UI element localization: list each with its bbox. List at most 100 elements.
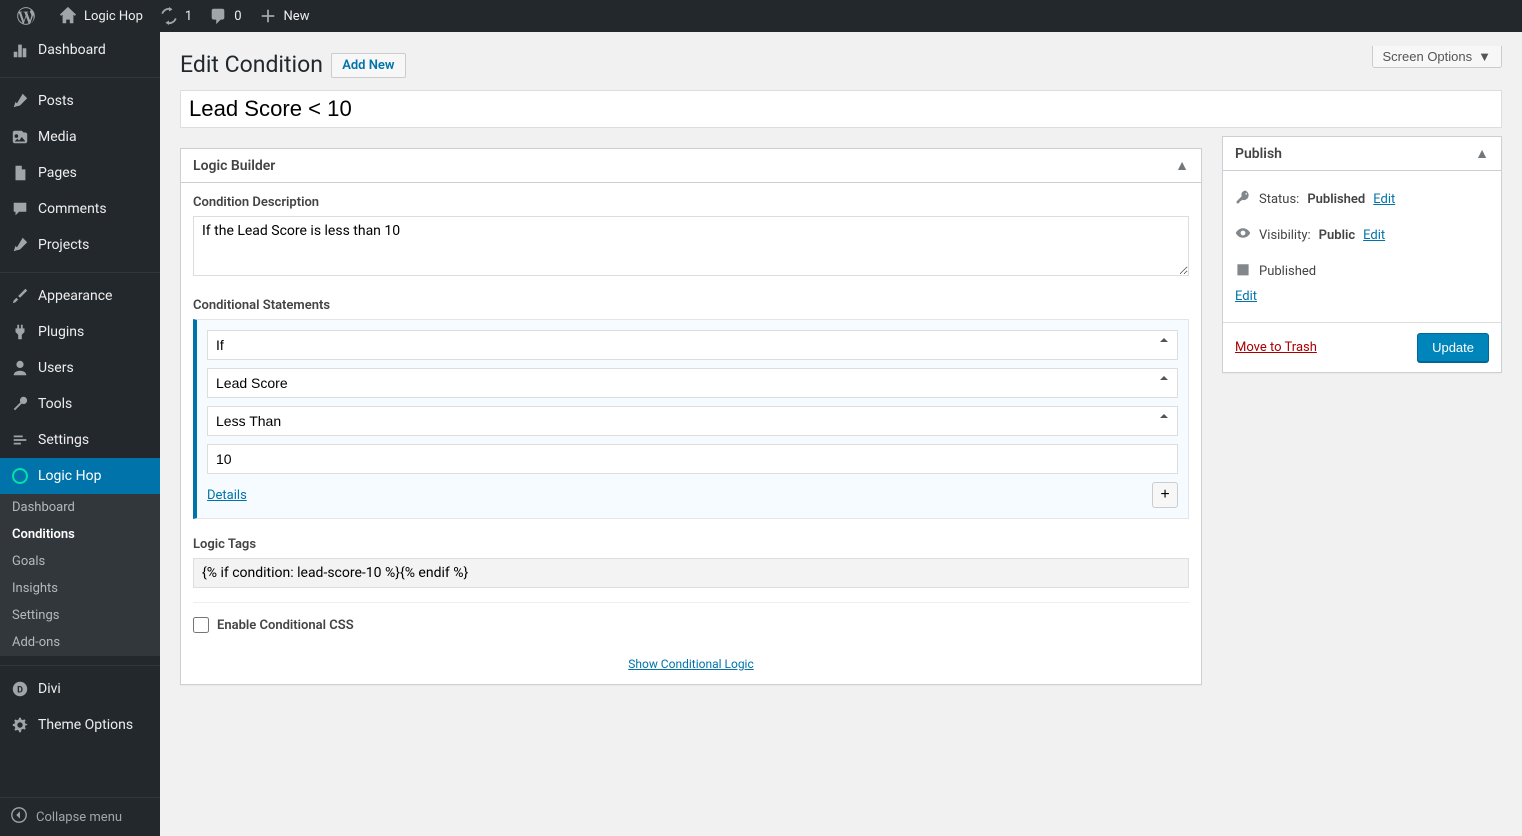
post-title-input[interactable]: [180, 90, 1502, 128]
add-new-button[interactable]: Add New: [331, 53, 405, 78]
sidebar-item-label: Logic Hop: [38, 468, 101, 484]
comments[interactable]: 0: [200, 0, 249, 32]
collapse-icon: [10, 806, 28, 828]
sidebar-item-media[interactable]: Media: [0, 119, 160, 155]
chevron-down-icon: ▼: [1478, 49, 1491, 64]
visibility-label: Visibility:: [1259, 228, 1311, 243]
update-icon: [159, 6, 179, 26]
sidebar-item-appearance[interactable]: Appearance: [0, 278, 160, 314]
sidebar-item-plugins[interactable]: Plugins: [0, 314, 160, 350]
users-icon: [10, 358, 30, 378]
condition-operator-select[interactable]: Less Than: [207, 406, 1178, 436]
svg-text:D: D: [17, 686, 23, 696]
logic-builder-header[interactable]: Logic Builder ▲: [181, 149, 1201, 183]
sidebar-item-tools[interactable]: Tools: [0, 386, 160, 422]
sidebar-item-themeoptions[interactable]: Theme Options: [0, 707, 160, 743]
wordpress-logo[interactable]: [8, 0, 50, 32]
conditional-statements-label: Conditional Statements: [193, 298, 1189, 313]
home-icon: [58, 6, 78, 26]
new-content[interactable]: New: [250, 0, 318, 32]
comments-count: 0: [234, 9, 241, 24]
page-icon: [10, 163, 30, 183]
sliders-icon: [10, 430, 30, 450]
calendar-icon: [1235, 261, 1251, 281]
sidebar-item-label: Projects: [38, 237, 89, 253]
admin-bar: Logic Hop 1 0 New: [0, 0, 1522, 32]
sidebar-item-comments[interactable]: Comments: [0, 191, 160, 227]
page-title: Edit Condition: [180, 42, 323, 82]
logic-builder-title: Logic Builder: [193, 158, 275, 174]
published-label: Published: [1259, 264, 1316, 279]
screen-options-button[interactable]: Screen Options ▼: [1372, 46, 1502, 68]
sidebar-item-projects[interactable]: Projects: [0, 227, 160, 263]
publish-title: Publish: [1235, 146, 1282, 162]
status-value: Published: [1307, 192, 1365, 207]
gear-icon: [10, 715, 30, 735]
screen-options-label: Screen Options: [1383, 49, 1473, 64]
details-link[interactable]: Details: [207, 488, 247, 503]
toggle-panel-icon[interactable]: ▲: [1175, 157, 1189, 174]
toggle-panel-icon[interactable]: ▲: [1475, 145, 1489, 162]
collapse-label: Collapse menu: [36, 810, 122, 825]
collapse-menu[interactable]: Collapse menu: [0, 797, 160, 836]
update-button[interactable]: Update: [1417, 333, 1489, 362]
sidebar-item-label: Settings: [38, 432, 89, 448]
sidebar-item-users[interactable]: Users: [0, 350, 160, 386]
sidebar-item-logichop[interactable]: Logic Hop: [0, 458, 160, 494]
status-label: Status:: [1259, 192, 1299, 207]
sidebar-item-posts[interactable]: Posts: [0, 83, 160, 119]
add-condition-button[interactable]: +: [1152, 482, 1178, 508]
wordpress-icon: [16, 6, 36, 26]
submenu-insights[interactable]: Insights: [0, 575, 160, 602]
status-edit-link[interactable]: Edit: [1373, 192, 1395, 207]
condition-value-input[interactable]: [207, 444, 1178, 474]
sidebar-item-label: Comments: [38, 201, 107, 217]
sidebar-item-label: Media: [38, 129, 77, 145]
logic-builder-box: Logic Builder ▲ Condition Description Co…: [180, 148, 1202, 685]
sidebar-item-label: Divi: [38, 681, 61, 697]
submenu-conditions[interactable]: Conditions: [0, 521, 160, 548]
divi-icon: D: [10, 679, 30, 699]
projects-icon: [10, 235, 30, 255]
move-to-trash-link[interactable]: Move to Trash: [1235, 340, 1317, 355]
publish-header[interactable]: Publish ▲: [1223, 137, 1501, 171]
visibility-edit-link[interactable]: Edit: [1363, 228, 1385, 243]
condition-if-select[interactable]: If: [207, 330, 1178, 360]
submenu-settings[interactable]: Settings: [0, 602, 160, 629]
logic-tags-input[interactable]: [193, 558, 1189, 588]
show-conditional-logic-link[interactable]: Show Conditional Logic: [628, 657, 754, 671]
sidebar-item-settings[interactable]: Settings: [0, 422, 160, 458]
new-label: New: [284, 9, 310, 24]
logichop-submenu: Dashboard Conditions Goals Insights Sett…: [0, 494, 160, 656]
plus-icon: [258, 6, 278, 26]
enable-css-label: Enable Conditional CSS: [217, 618, 354, 633]
sidebar-item-pages[interactable]: Pages: [0, 155, 160, 191]
screen-options[interactable]: Screen Options ▼: [1372, 46, 1502, 68]
published-edit-link[interactable]: Edit: [1235, 289, 1257, 304]
condition-description-input[interactable]: [193, 216, 1189, 276]
sidebar-item-label: Theme Options: [38, 717, 133, 733]
logic-tags-label: Logic Tags: [193, 537, 1189, 552]
publish-box: Publish ▲ Status: Published Edit Visibil…: [1222, 136, 1502, 373]
visibility-value: Public: [1319, 228, 1355, 243]
submenu-dashboard[interactable]: Dashboard: [0, 494, 160, 521]
condition-field-select[interactable]: Lead Score: [207, 368, 1178, 398]
updates[interactable]: 1: [151, 0, 200, 32]
brush-icon: [10, 286, 30, 306]
dashboard-icon: [10, 40, 30, 60]
site-name-text: Logic Hop: [84, 9, 143, 24]
enable-css-checkbox[interactable]: [193, 617, 209, 633]
site-name[interactable]: Logic Hop: [50, 0, 151, 32]
sidebar-item-label: Dashboard: [38, 42, 106, 58]
eye-icon: [1235, 225, 1251, 245]
sidebar-item-divi[interactable]: D Divi: [0, 671, 160, 707]
pin-icon: [10, 91, 30, 111]
plugin-icon: [10, 322, 30, 342]
submenu-goals[interactable]: Goals: [0, 548, 160, 575]
sidebar-item-label: Posts: [38, 93, 74, 109]
sidebar-item-dashboard[interactable]: Dashboard: [0, 32, 160, 68]
sidebar-item-label: Pages: [38, 165, 77, 181]
submenu-addons[interactable]: Add-ons: [0, 629, 160, 656]
publish-visibility-row: Visibility: Public Edit: [1235, 217, 1489, 253]
sidebar-item-label: Plugins: [38, 324, 84, 340]
